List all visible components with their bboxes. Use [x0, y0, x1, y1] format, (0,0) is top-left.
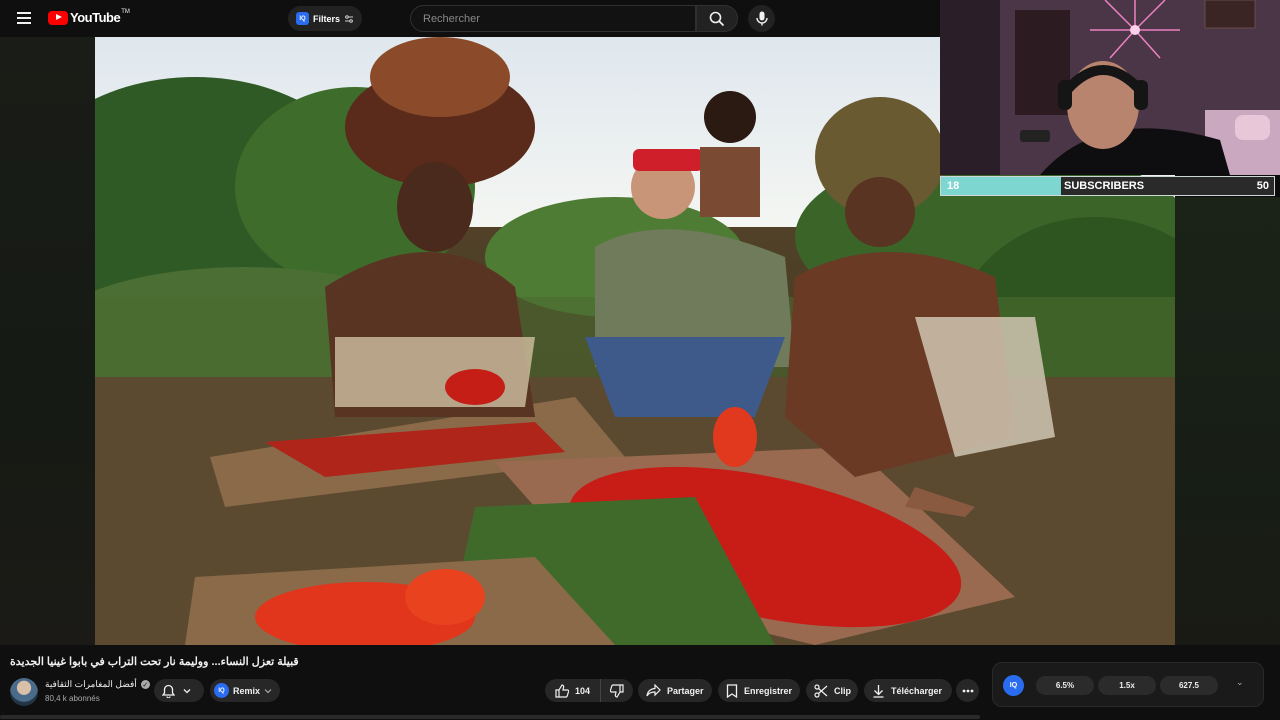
clip-button[interactable]: Clip [806, 679, 858, 702]
bell-icon [162, 684, 175, 698]
dislike-icon [610, 683, 624, 698]
channel-name: أفضل المغامرات الثقافية [45, 679, 137, 689]
iq-expand-chevron-icon[interactable]: ⌄ [1236, 677, 1244, 688]
like-dislike-group: 104 [545, 679, 633, 702]
subscriber-goal-bar: 18 SUBSCRIBERS 50 [940, 176, 1275, 196]
hamburger-icon[interactable] [12, 9, 36, 29]
video-info-bar: قبيلة تعزل النساء... ووليمة نار تحت التر… [0, 645, 1280, 720]
search-input[interactable]: Rechercher [410, 5, 696, 32]
masthead: YouTube TM IQ Filters Rechercher [0, 0, 940, 37]
filter-icon [344, 14, 354, 24]
remix-label: Remix [233, 685, 261, 696]
iq-stat-score: 627.5 [1160, 676, 1218, 695]
more-icon [962, 689, 973, 692]
play-logo-icon [48, 10, 68, 25]
mic-icon [755, 11, 768, 26]
download-label: Télécharger [891, 685, 943, 696]
dislike-button[interactable] [601, 679, 633, 702]
chevron-down-icon [183, 688, 191, 694]
subscriber-label: SUBSCRIBERS [1064, 180, 1145, 192]
search-icon [709, 11, 725, 26]
description-divider [0, 715, 980, 719]
clip-icon [814, 683, 828, 698]
download-icon [872, 684, 885, 698]
video-ambient-left [0, 37, 95, 645]
voice-search-button[interactable] [748, 5, 775, 32]
youtube-logo[interactable]: YouTube TM [48, 8, 130, 25]
channel-avatar[interactable] [10, 678, 38, 706]
iq-stat-engagement: 6.5% [1036, 676, 1094, 695]
iq-logo-icon[interactable]: IQ [1003, 675, 1024, 696]
save-label: Enregistrer [744, 685, 793, 696]
save-button[interactable]: Enregistrer [718, 679, 800, 702]
notification-button[interactable] [154, 679, 204, 702]
save-icon [726, 683, 738, 698]
streamer-webcam [940, 0, 1280, 175]
clip-label: Clip [834, 685, 851, 696]
brand-name: YouTube [70, 10, 121, 25]
filters-button[interactable]: IQ Filters [288, 6, 363, 31]
like-button[interactable]: 104 [545, 679, 602, 702]
channel-link[interactable]: أفضل المغامرات الثقافية ✓ [45, 679, 150, 690]
subscriber-count-text: 80,4 k abonnés [45, 694, 100, 703]
subscriber-count: 18 [947, 180, 960, 192]
share-button[interactable]: Partager [638, 679, 712, 702]
iq-remix-icon: IQ [214, 683, 229, 698]
verified-icon: ✓ [140, 680, 150, 689]
search-button[interactable] [696, 5, 738, 32]
more-actions-button[interactable] [956, 679, 979, 702]
brand-trademark: TM [121, 8, 130, 15]
iq-stat-multiplier: 1.5x [1098, 676, 1156, 695]
share-icon [646, 684, 661, 697]
iq-badge-icon: IQ [296, 12, 309, 25]
filters-label: Filters [313, 13, 341, 24]
video-ambient-right [1175, 197, 1280, 645]
subscriber-goal: 50 [1256, 180, 1269, 192]
share-label: Partager [667, 685, 704, 696]
remix-chevron-icon [264, 688, 272, 694]
search-placeholder: Rechercher [423, 12, 480, 25]
video-title: قبيلة تعزل النساء... ووليمة نار تحت التر… [10, 656, 299, 668]
remix-button[interactable]: IQ Remix [210, 679, 280, 702]
like-count: 104 [575, 685, 591, 696]
like-icon [555, 683, 569, 698]
download-button[interactable]: Télécharger [864, 679, 952, 702]
iq-stats-panel: IQ 6.5% 1.5x 627.5 ⌄ [992, 662, 1264, 707]
